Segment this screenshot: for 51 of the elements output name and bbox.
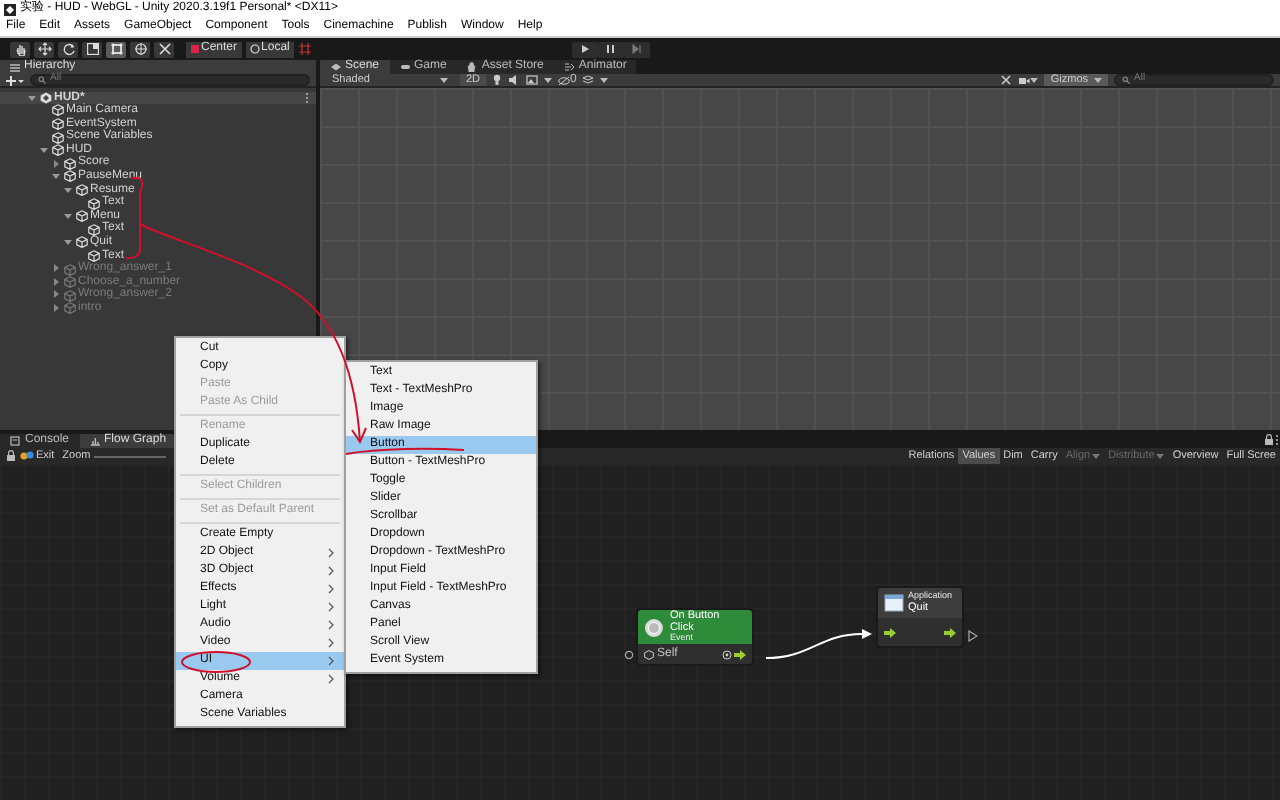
collapse-arrow-icon[interactable] — [64, 238, 72, 247]
light-icon[interactable] — [492, 74, 503, 86]
rect-tool-icon[interactable] — [106, 41, 126, 57]
collapse-arrow-icon[interactable] — [28, 93, 36, 102]
flow-out-icon — [734, 649, 746, 659]
play-icon — [577, 42, 592, 56]
pivot-circle-icon — [249, 44, 260, 54]
move-icon[interactable] — [34, 41, 54, 57]
expand-arrow-icon[interactable] — [52, 159, 60, 168]
window-icon — [884, 594, 904, 612]
chart-icon — [89, 436, 101, 446]
collapse-arrow-icon[interactable] — [64, 211, 72, 220]
list-icon — [10, 63, 20, 71]
scene-tab-icon — [330, 62, 341, 72]
gameobject-icon — [644, 649, 654, 659]
eye-off-icon — [558, 75, 571, 85]
port-icon — [624, 650, 634, 660]
grid-snap-icon — [297, 42, 312, 56]
circle-annotation — [181, 651, 251, 673]
transform-icon[interactable] — [130, 41, 150, 57]
animator-icon — [563, 62, 575, 72]
tools-icon[interactable] — [1000, 74, 1013, 86]
target-icon — [721, 649, 731, 659]
bag-icon — [466, 62, 478, 72]
add-button[interactable] — [6, 72, 24, 88]
port-icon — [968, 630, 978, 642]
image-icon[interactable] — [526, 74, 539, 86]
underline-annotation — [345, 447, 465, 455]
scale-icon[interactable] — [82, 41, 102, 57]
hand-icon[interactable] — [10, 41, 30, 57]
layers-icon[interactable] — [582, 74, 595, 86]
step-icon — [629, 42, 644, 56]
step-button[interactable] — [623, 41, 650, 57]
flow-in-icon — [884, 627, 896, 637]
scene-icon — [40, 91, 52, 104]
graph-asset-icon — [20, 450, 34, 462]
play-button[interactable] — [571, 41, 598, 57]
lock-icon[interactable] — [6, 450, 16, 462]
pivot-square-icon — [189, 44, 199, 54]
camera-icon[interactable] — [1018, 75, 1031, 85]
console-icon — [10, 436, 21, 446]
search-icon — [38, 76, 46, 84]
connection-line — [765, 629, 872, 659]
pause-icon — [603, 42, 618, 56]
event-icon — [644, 617, 664, 637]
tools-icon[interactable] — [154, 41, 174, 57]
collapse-arrow-icon[interactable] — [40, 145, 48, 154]
search-icon — [1122, 76, 1130, 84]
flow-out-icon — [944, 627, 956, 637]
lock-icon[interactable] — [1264, 434, 1274, 446]
rotate-icon[interactable] — [58, 41, 78, 57]
